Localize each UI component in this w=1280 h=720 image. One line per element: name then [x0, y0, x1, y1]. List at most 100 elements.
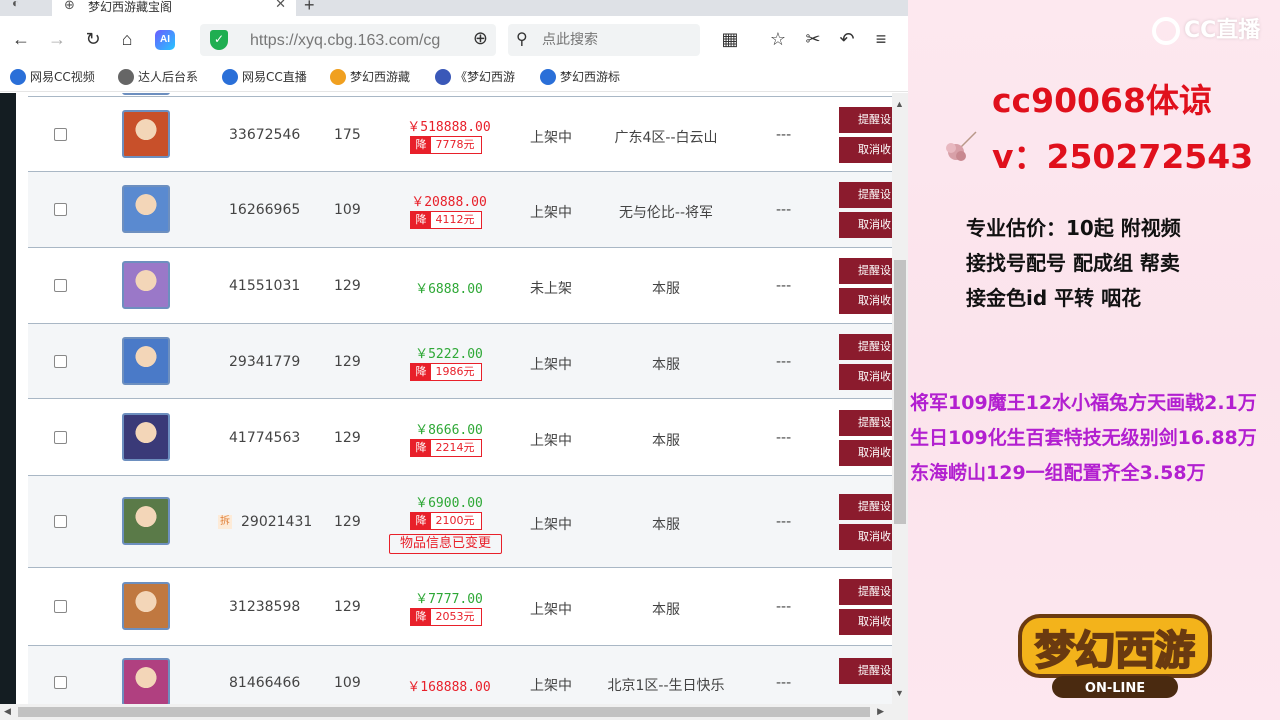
window-menu-icon[interactable]: ◐ [12, 0, 19, 10]
cc-brand-text: CC直播 [1184, 18, 1261, 43]
bookmark-star-icon[interactable]: ☆ [765, 26, 791, 52]
scroll-right-icon[interactable]: ▶ [877, 706, 884, 717]
cancel-favorite-button[interactable]: 取消收 [839, 440, 895, 466]
tab-strip: ◐ ⊕ 梦幻西游藏宝阁 ✕ + [0, 0, 908, 16]
character-avatar[interactable] [122, 497, 170, 545]
bookmark-item[interactable]: 梦幻西游标 [540, 68, 638, 88]
character-id[interactable]: 29341779 [229, 354, 300, 370]
scissors-icon[interactable]: ✂ [800, 26, 826, 52]
cancel-favorite-button[interactable]: 取消收 [839, 137, 895, 163]
character-level: 129 [334, 354, 361, 370]
cancel-favorite-button[interactable]: 取消收 [839, 212, 895, 238]
character-avatar[interactable] [122, 337, 170, 385]
character-id[interactable]: 31238598 [229, 599, 300, 615]
search-input[interactable] [542, 30, 692, 50]
table-row: 41551031 129 ￥6888.00 未上架 本服 --- 提醒设 取消收 [28, 247, 895, 323]
table-row: 29341779 129 ￥5222.00 降 1986元 上架中 本服 --- 提醒设 取消收 [28, 323, 895, 398]
forward-button[interactable]: → [44, 26, 70, 52]
reload-button[interactable]: ↻ [80, 26, 106, 52]
server-name: 本服 [652, 357, 680, 373]
zoom-icon[interactable]: ⊕ [473, 28, 488, 49]
character-id[interactable]: 41774563 [229, 430, 300, 446]
vertical-scrollbar[interactable]: ▲ ▼ [892, 93, 908, 704]
character-id[interactable]: 81466466 [229, 675, 300, 691]
price-label: ￥518888.00 [407, 120, 491, 135]
game-logo-subtitle: ON-LINE [1085, 681, 1145, 696]
scroll-up-icon[interactable]: ▲ [895, 99, 904, 109]
tab-active[interactable]: ⊕ 梦幻西游藏宝阁 ✕ [52, 0, 296, 16]
bookmark-label: 梦幻西游标 [560, 70, 621, 84]
cancel-favorite-button[interactable]: 取消收 [839, 609, 895, 635]
address-bar[interactable]: ✓ https://xyq.cbg.163.com/cg ⊕ [200, 24, 496, 56]
remind-button[interactable]: 提醒设 [839, 258, 895, 284]
select-checkbox[interactable] [54, 128, 67, 141]
character-id[interactable]: 33672546 [229, 127, 300, 143]
globe-icon: ⊕ [64, 0, 75, 12]
extra-value: --- [776, 599, 792, 615]
character-avatar[interactable] [122, 413, 170, 461]
cancel-favorite-button[interactable]: 取消收 [839, 364, 895, 390]
character-avatar[interactable] [122, 658, 170, 704]
price-label: ￥168888.00 [407, 680, 491, 695]
cancel-favorite-button[interactable]: 取消收 [839, 524, 895, 550]
select-checkbox[interactable] [54, 515, 67, 528]
bookmark-item[interactable]: 网易CC直播 [222, 68, 320, 88]
character-id[interactable]: 41551031 [229, 278, 300, 294]
select-checkbox[interactable] [54, 279, 67, 292]
undo-icon[interactable]: ↶ [834, 26, 860, 52]
back-button[interactable]: ← [8, 26, 34, 52]
menu-icon[interactable]: ≡ [868, 26, 894, 52]
vertical-scroll-thumb[interactable] [894, 260, 906, 524]
character-avatar[interactable] [122, 93, 170, 95]
select-checkbox[interactable] [54, 355, 67, 368]
select-checkbox[interactable] [54, 676, 67, 689]
discount-icon: 降 [411, 513, 431, 529]
table-row: 33672546 175 ￥518888.00 降 7778元 上架中 广东4区--白云山 -… [28, 96, 895, 171]
bookmark-item[interactable]: 《梦幻西游 [435, 68, 533, 88]
horizontal-scroll-thumb[interactable] [18, 707, 870, 717]
character-avatar[interactable] [122, 582, 170, 630]
listing-status: 上架中 [530, 357, 572, 373]
server-name: 本服 [652, 517, 680, 533]
discount-badge: 降 1986元 [410, 363, 482, 381]
discount-amount: 2053元 [435, 610, 475, 623]
character-id[interactable]: 29021431 [241, 514, 312, 530]
discount-icon: 降 [411, 137, 431, 153]
remind-button[interactable]: 提醒设 [839, 182, 895, 208]
horizontal-scrollbar[interactable]: ◀ ▶ [0, 704, 908, 720]
character-level: 109 [334, 675, 361, 691]
new-tab-button[interactable]: + [304, 0, 315, 16]
remind-button[interactable]: 提醒设 [839, 410, 895, 436]
remind-button[interactable]: 提醒设 [839, 334, 895, 360]
character-avatar[interactable] [122, 110, 170, 158]
extra-value: --- [776, 127, 792, 143]
price-label: ￥6888.00 [415, 282, 483, 297]
scroll-left-icon[interactable]: ◀ [4, 706, 11, 717]
character-id[interactable]: 16266965 [229, 202, 300, 218]
search-box[interactable]: ⚲ [508, 24, 700, 56]
cc-logo-icon [1152, 17, 1180, 45]
select-checkbox[interactable] [54, 431, 67, 444]
remind-button[interactable]: 提醒设 [839, 579, 895, 605]
home-button[interactable]: ⌂ [114, 26, 140, 52]
game-logo-title: 梦幻西游 [1035, 628, 1195, 674]
remind-button[interactable]: 提醒设 [839, 658, 895, 684]
close-tab-icon[interactable]: ✕ [275, 0, 286, 12]
select-checkbox[interactable] [54, 600, 67, 613]
remind-button[interactable]: 提醒设 [839, 107, 895, 133]
cancel-favorite-button[interactable]: 取消收 [839, 288, 895, 314]
bookmark-item[interactable]: 梦幻西游藏 [330, 68, 428, 88]
scroll-down-icon[interactable]: ▼ [895, 688, 904, 698]
remind-button[interactable]: 提醒设 [839, 494, 895, 520]
select-checkbox[interactable] [54, 203, 67, 216]
ai-assistant-button[interactable]: AI [155, 30, 175, 50]
apps-grid-icon[interactable]: ▦ [717, 26, 743, 52]
extra-value: --- [776, 675, 792, 691]
character-level: 175 [334, 127, 361, 143]
item-changed-notice: 物品信息已变更 [389, 534, 502, 554]
character-avatar[interactable] [122, 261, 170, 309]
bookmark-item[interactable]: 网易CC视频 [10, 68, 108, 88]
bookmark-item[interactable]: 达人后台系 [118, 68, 216, 88]
listing-status: 上架中 [530, 433, 572, 449]
character-avatar[interactable] [122, 185, 170, 233]
